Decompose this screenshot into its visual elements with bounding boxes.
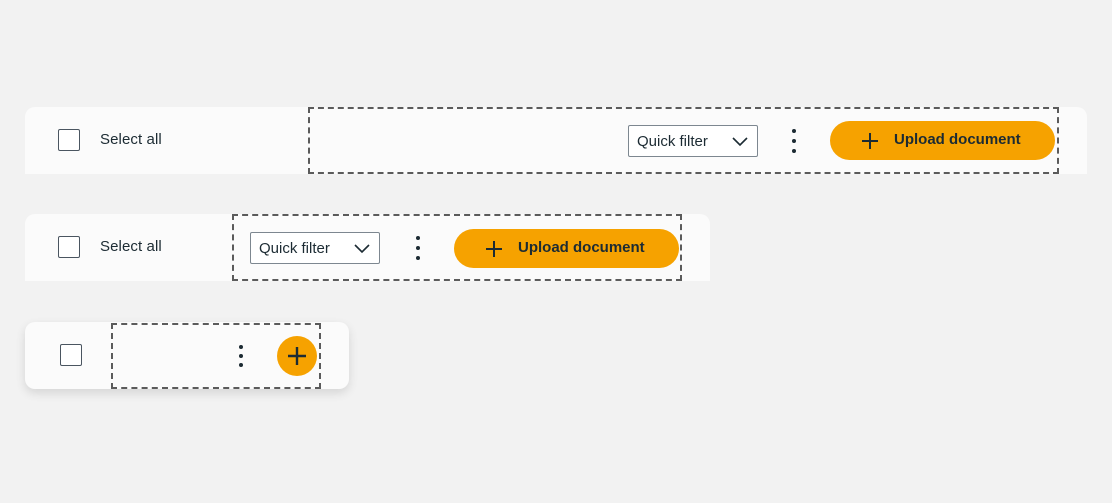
upload-document-button[interactable]: Upload document — [830, 121, 1055, 160]
select-all-label: Select all — [100, 131, 162, 148]
quick-filter-label: Quick filter — [259, 240, 330, 257]
plus-icon — [862, 133, 878, 149]
upload-document-button[interactable]: Upload document — [454, 229, 679, 268]
add-document-button[interactable] — [277, 336, 317, 376]
quick-filter-dropdown[interactable]: Quick filter — [628, 125, 758, 157]
toolbar-medium: Select all Quick filter Upload document — [25, 214, 710, 281]
select-all-label: Select all — [100, 238, 162, 255]
quick-filter-label: Quick filter — [637, 133, 708, 150]
select-all-checkbox[interactable] — [58, 236, 80, 258]
kebab-menu-icon[interactable] — [411, 233, 425, 263]
plus-icon — [486, 241, 502, 257]
chevron-down-icon — [354, 244, 370, 254]
toolbar-wide: Select all Quick filter Upload document — [25, 107, 1087, 174]
toolbar-compact — [25, 322, 349, 389]
select-all-checkbox[interactable] — [60, 344, 82, 366]
kebab-menu-icon[interactable] — [787, 126, 801, 156]
chevron-down-icon — [732, 137, 748, 147]
upload-document-label: Upload document — [894, 131, 1021, 148]
select-all-checkbox[interactable] — [58, 129, 80, 151]
kebab-menu-icon[interactable] — [234, 342, 248, 372]
quick-filter-dropdown[interactable]: Quick filter — [250, 232, 380, 264]
plus-icon — [288, 347, 306, 365]
upload-document-label: Upload document — [518, 239, 645, 256]
